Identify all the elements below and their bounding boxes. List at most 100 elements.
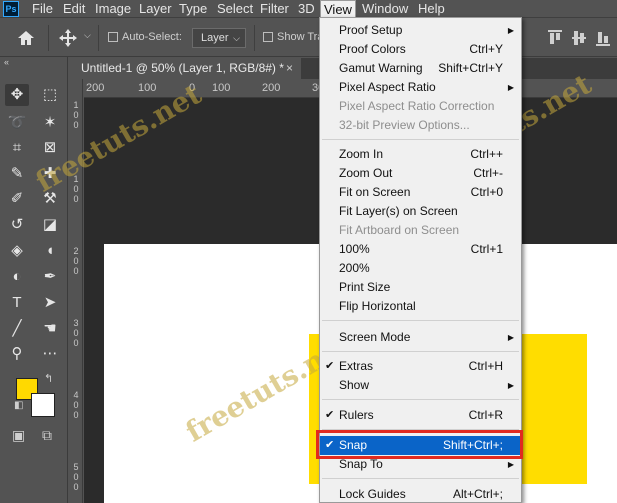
auto-select-checkbox[interactable] xyxy=(108,32,118,42)
ruler-label: 5 xyxy=(73,462,79,472)
history-brush-tool-icon[interactable]: ↺ xyxy=(5,214,29,236)
path-selection-tool-icon[interactable]: ➤ xyxy=(38,292,62,314)
hand-tool-icon[interactable]: ☚ xyxy=(38,318,62,340)
lasso-tool-icon[interactable]: ➰ xyxy=(5,112,29,134)
document-tab[interactable]: Untitled-1 @ 50% (Layer 1, RGB/8#) * × xyxy=(69,58,301,79)
menu-select[interactable]: Select xyxy=(214,0,256,18)
submenu-arrow-icon: ▶ xyxy=(507,381,514,390)
type-tool-icon[interactable]: T xyxy=(5,292,29,314)
document-tab-title: Untitled-1 @ 50% (Layer 1, RGB/8#) * xyxy=(81,61,284,75)
auto-select-target-dropdown[interactable]: Layer ⌵ xyxy=(192,28,246,48)
swap-colors-icon[interactable]: ↰ xyxy=(44,372,53,385)
menu-type[interactable]: Type xyxy=(176,0,210,18)
menu-item-proof-setup[interactable]: Proof Setup ▶ xyxy=(320,21,521,40)
dodge-tool-icon[interactable]: ◐ xyxy=(5,266,29,288)
menu-edit[interactable]: Edit xyxy=(60,0,88,18)
pen-tool-icon[interactable]: ✒ xyxy=(38,266,62,288)
marquee-tool-icon[interactable]: ⬚ xyxy=(38,84,62,106)
menu-help[interactable]: Help xyxy=(415,0,448,18)
snap-annotation-outline xyxy=(316,430,523,459)
ruler-label: 0 xyxy=(73,120,79,130)
photoshop-logo: Ps xyxy=(3,1,19,17)
menu-item-show[interactable]: Show ▶ xyxy=(320,376,521,395)
menu-window[interactable]: Window xyxy=(359,0,411,18)
menu-item-print-size[interactable]: Print Size xyxy=(320,278,521,297)
ruler-label: 0 xyxy=(73,472,79,482)
ruler-label: 0 xyxy=(73,400,79,410)
menu-item-extras[interactable]: ✔ Extras Ctrl+H xyxy=(320,357,521,376)
menu-item-flip-horizontal[interactable]: Flip Horizontal xyxy=(320,297,521,316)
menu-separator xyxy=(322,399,519,400)
menu-layer[interactable]: Layer xyxy=(136,0,175,18)
submenu-arrow-icon: ▶ xyxy=(507,333,514,342)
layer-select-value: Layer xyxy=(201,32,229,44)
menu-item-gamut-warning[interactable]: Gamut Warning Shift+Ctrl+Y xyxy=(320,59,521,78)
menu-item-rulers[interactable]: ✔ Rulers Ctrl+R xyxy=(320,406,521,425)
show-transform-checkbox[interactable] xyxy=(263,32,273,42)
menu-item-zoom-in[interactable]: Zoom In Ctrl++ xyxy=(320,145,521,164)
ruler-label: 0 xyxy=(73,110,79,120)
options-bar: ⌵ Auto-Select: Layer ⌵ Show Tra xyxy=(0,19,617,57)
menu-item-screen-mode[interactable]: Screen Mode ▶ xyxy=(320,328,521,347)
menu-item-pixel-aspect-ratio-correction: Pixel Aspect Ratio Correction xyxy=(339,99,495,113)
submenu-arrow-icon: ▶ xyxy=(507,26,514,35)
tools-panel: « ✥ ⬚ ➰ ✶ ⌗ ⊠ ✎ ✚ ✐ ⚒ ↺ ◪ ◈ ◖ ◐ ✒ T ➤ ╱ … xyxy=(0,57,68,503)
align-vertical-center-icon[interactable] xyxy=(572,30,586,46)
ruler-label: 0 xyxy=(73,410,79,420)
menu-3d[interactable]: 3D xyxy=(295,0,318,18)
menu-item-fit-on-screen[interactable]: Fit on Screen Ctrl+0 xyxy=(320,183,521,202)
paint-bucket-tool-icon[interactable]: ◈ xyxy=(5,240,29,262)
collapse-panel-icon[interactable]: « xyxy=(4,57,9,67)
menu-item-zoom-out[interactable]: Zoom Out Ctrl+- xyxy=(320,164,521,183)
home-icon[interactable] xyxy=(16,29,36,47)
ruler-label: 0 xyxy=(73,256,79,266)
submenu-arrow-icon: ▶ xyxy=(507,83,514,92)
eraser-tool-icon[interactable]: ◪ xyxy=(38,214,62,236)
menu-filter[interactable]: Filter xyxy=(257,0,292,18)
align-top-icon[interactable] xyxy=(548,30,562,46)
menu-item-100-percent[interactable]: 100% Ctrl+1 xyxy=(320,240,521,259)
chevron-down-icon[interactable]: ⌵ xyxy=(84,30,91,41)
ruler-label: 0 xyxy=(73,482,79,492)
menu-item-pixel-aspect-ratio[interactable]: Pixel Aspect Ratio ▶ xyxy=(320,78,521,97)
menu-image[interactable]: Image xyxy=(92,0,134,18)
ruler-label: 0 xyxy=(73,338,79,348)
background-color-swatch[interactable] xyxy=(31,393,55,417)
more-tools-icon[interactable]: ⋯ xyxy=(38,343,62,365)
default-colors-icon[interactable]: ◧ xyxy=(14,400,23,411)
quick-mask-icon[interactable]: ▣ xyxy=(12,427,25,444)
menu-item-proof-colors[interactable]: Proof Colors Ctrl+Y xyxy=(320,40,521,59)
ruler-label: 2 xyxy=(73,246,79,256)
menu-separator xyxy=(322,139,519,140)
show-transform-label: Show Tra xyxy=(277,31,324,43)
ruler-label: 3 xyxy=(73,318,79,328)
menu-bar: Ps File Edit Image Layer Type Select Fil… xyxy=(0,0,617,18)
menu-separator xyxy=(322,320,519,321)
align-bottom-icon[interactable] xyxy=(596,30,610,46)
move-tool-icon[interactable] xyxy=(58,28,78,48)
menu-view[interactable]: View xyxy=(320,0,356,18)
crop-tool-icon[interactable]: ⌗ xyxy=(5,137,29,159)
checkmark-icon: ✔ xyxy=(325,360,335,372)
ruler-label: 0 xyxy=(73,184,79,194)
menu-item-lock-guides[interactable]: Lock Guides Alt+Ctrl+; xyxy=(320,485,521,503)
menu-item-fit-layers-on-screen[interactable]: Fit Layer(s) on Screen xyxy=(320,202,521,221)
zoom-tool-icon[interactable]: ⚲ xyxy=(5,343,29,365)
line-tool-icon[interactable]: ╱ xyxy=(5,318,29,340)
close-icon[interactable]: × xyxy=(286,58,293,79)
ruler-label: 0 xyxy=(73,266,79,276)
move-tool-icon[interactable]: ✥ xyxy=(5,84,29,106)
screen-mode-icon[interactable]: ⧉ xyxy=(42,427,52,444)
eyedropper-tool-icon[interactable]: ✎ xyxy=(5,163,29,185)
menu-separator xyxy=(322,351,519,352)
menu-file[interactable]: File xyxy=(29,0,56,18)
ruler-label: 100 xyxy=(138,82,157,94)
brush-tool-icon[interactable]: ✐ xyxy=(5,188,29,210)
menu-item-32bit-preview-options: 32-bit Preview Options... xyxy=(339,118,470,132)
blur-tool-icon[interactable]: ◖ xyxy=(38,240,62,262)
menu-item-200-percent[interactable]: 200% xyxy=(320,259,521,278)
magic-wand-tool-icon[interactable]: ✶ xyxy=(38,112,62,134)
ruler-label: 0 xyxy=(73,328,79,338)
auto-select-label: Auto-Select: xyxy=(122,31,182,43)
ruler-label: 0 xyxy=(73,194,79,204)
